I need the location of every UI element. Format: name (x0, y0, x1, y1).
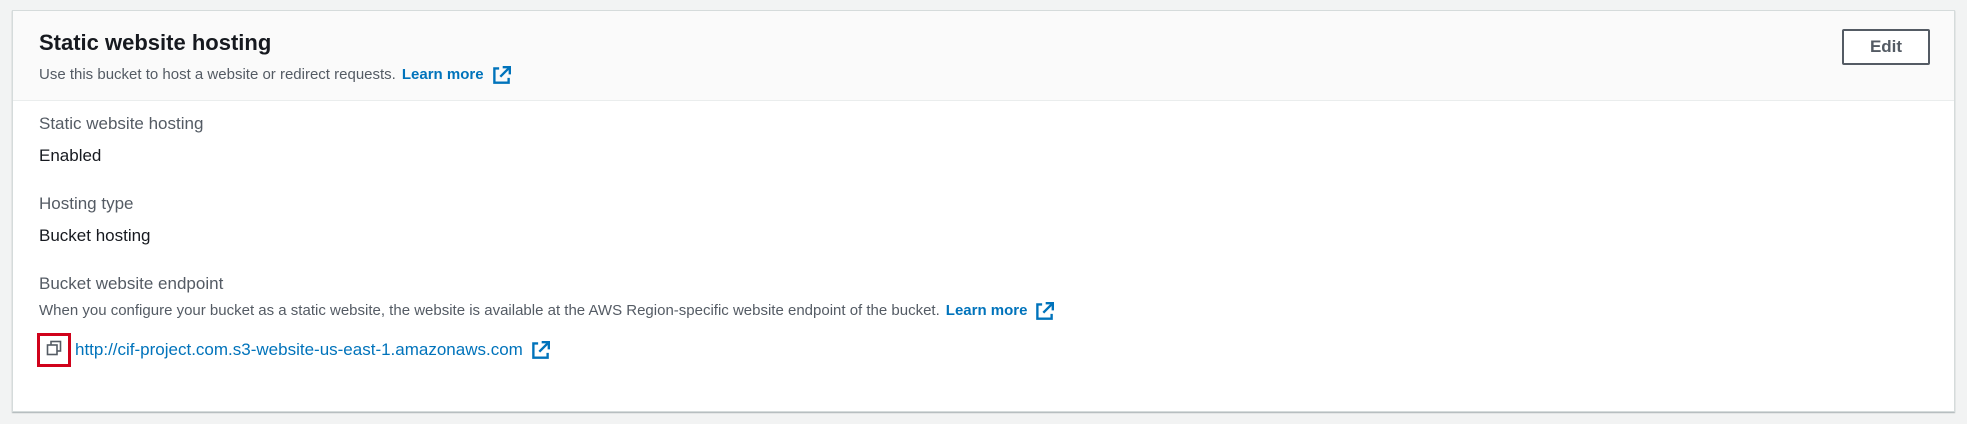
field-bucket-website-endpoint: Bucket website endpoint When you configu… (37, 271, 1928, 367)
field-label: Hosting type (39, 194, 134, 213)
external-link-icon[interactable] (492, 65, 511, 85)
field-description: When you configure your bucket as a stat… (39, 301, 1928, 321)
edit-button[interactable]: Edit (1842, 29, 1930, 65)
endpoint-url-link[interactable]: http://cif-project.com.s3-website-us-eas… (75, 340, 523, 360)
field-label: Static website hosting (39, 114, 204, 133)
learn-more-link[interactable]: Learn more (402, 65, 484, 85)
panel-header: Static website hosting Use this bucket t… (13, 11, 1954, 101)
field-label: Bucket website endpoint (39, 274, 224, 293)
field-value: Bucket hosting (39, 226, 151, 245)
field-hosting-type: Hosting type Bucket hosting (39, 191, 1928, 249)
field-description-text: When you configure your bucket as a stat… (39, 302, 940, 319)
panel-body: Static website hosting Enabled Hosting t… (13, 101, 1954, 367)
field-static-website-hosting: Static website hosting Enabled (39, 111, 1928, 169)
copy-icon (46, 340, 62, 361)
panel-title: Static website hosting (39, 30, 272, 55)
external-link-icon[interactable] (1035, 301, 1055, 321)
learn-more-link[interactable]: Learn more (946, 301, 1028, 321)
copy-button[interactable] (37, 333, 71, 367)
external-link-icon[interactable] (531, 340, 550, 360)
panel-description: Use this bucket to host a website or red… (39, 65, 1928, 85)
panel-description-text: Use this bucket to host a website or red… (39, 66, 396, 83)
field-value: Enabled (39, 146, 102, 165)
endpoint-row: http://cif-project.com.s3-website-us-eas… (37, 333, 1928, 367)
static-website-hosting-panel: Static website hosting Use this bucket t… (12, 10, 1955, 412)
